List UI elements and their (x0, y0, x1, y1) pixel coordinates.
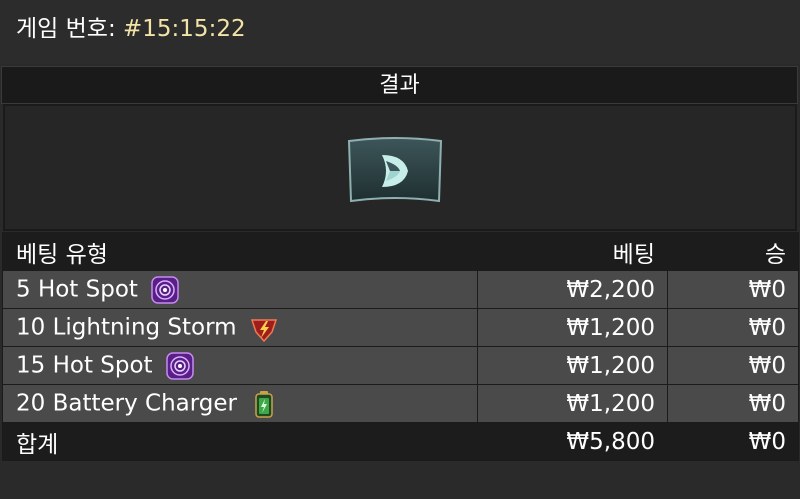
bet-type-label: 5 Hot Spot (16, 276, 138, 302)
result-title-bar: 결과 (1, 66, 798, 104)
total-win-amount: ₩0 (667, 422, 799, 461)
hot-spot-icon (166, 351, 194, 380)
bet-type-cell: 20 Battery Charger (2, 384, 478, 423)
table-header-row: 베팅 유형 베팅 승 (2, 232, 799, 271)
total-label: 합계 (2, 422, 478, 461)
table-row: 5 Hot Spot ₩2,200 ₩0 (2, 270, 799, 309)
bet-type-label: 20 Battery Charger (16, 390, 238, 416)
bet-amount-cell: ₩1,200 (477, 346, 668, 385)
win-amount-cell: ₩0 (667, 384, 799, 423)
leaf-symbol-icon (347, 137, 443, 203)
lightning-storm-icon (250, 318, 277, 342)
hot-spot-icon (151, 275, 179, 304)
win-amount-cell: ₩0 (667, 308, 799, 347)
bet-type-label: 15 Hot Spot (16, 352, 153, 378)
total-row: 합계 ₩5,800 ₩0 (2, 422, 799, 461)
game-number-value: #15:15:22 (123, 16, 246, 42)
column-header-bet: 베팅 (477, 232, 668, 271)
column-header-bet-type: 베팅 유형 (2, 232, 478, 271)
table-row: 15 Hot Spot ₩1,200 ₩0 (2, 346, 799, 385)
bet-type-cell: 10 Lightning Storm (2, 308, 478, 347)
bet-amount-cell: ₩1,200 (477, 384, 668, 423)
result-title: 결과 (379, 73, 420, 98)
bet-type-label: 10 Lightning Storm (16, 314, 237, 340)
result-panel (3, 104, 797, 231)
column-header-win: 승 (667, 232, 799, 271)
table-row: 10 Lightning Storm ₩1,200 ₩0 (2, 308, 799, 347)
bet-amount-cell: ₩2,200 (477, 270, 668, 309)
game-number-caption: 게임 번호: (16, 16, 116, 42)
bet-amount-cell: ₩1,200 (477, 308, 668, 347)
game-header: 게임 번호: #15:15:22 (0, 0, 800, 64)
bet-type-cell: 15 Hot Spot (2, 346, 478, 385)
total-bet-amount: ₩5,800 (477, 422, 668, 461)
battery-charger-icon (255, 390, 274, 418)
win-amount-cell: ₩0 (667, 270, 799, 309)
table-row: 20 Battery Charger ₩1,200 ₩0 (2, 384, 799, 423)
game-number-label: 게임 번호: #15:15:22 (16, 14, 246, 44)
bet-type-cell: 5 Hot Spot (2, 270, 478, 309)
bets-table: 베팅 유형 베팅 승 5 Hot Spot ₩2,200 ₩0 10 Light… (2, 232, 799, 461)
win-amount-cell: ₩0 (667, 346, 799, 385)
